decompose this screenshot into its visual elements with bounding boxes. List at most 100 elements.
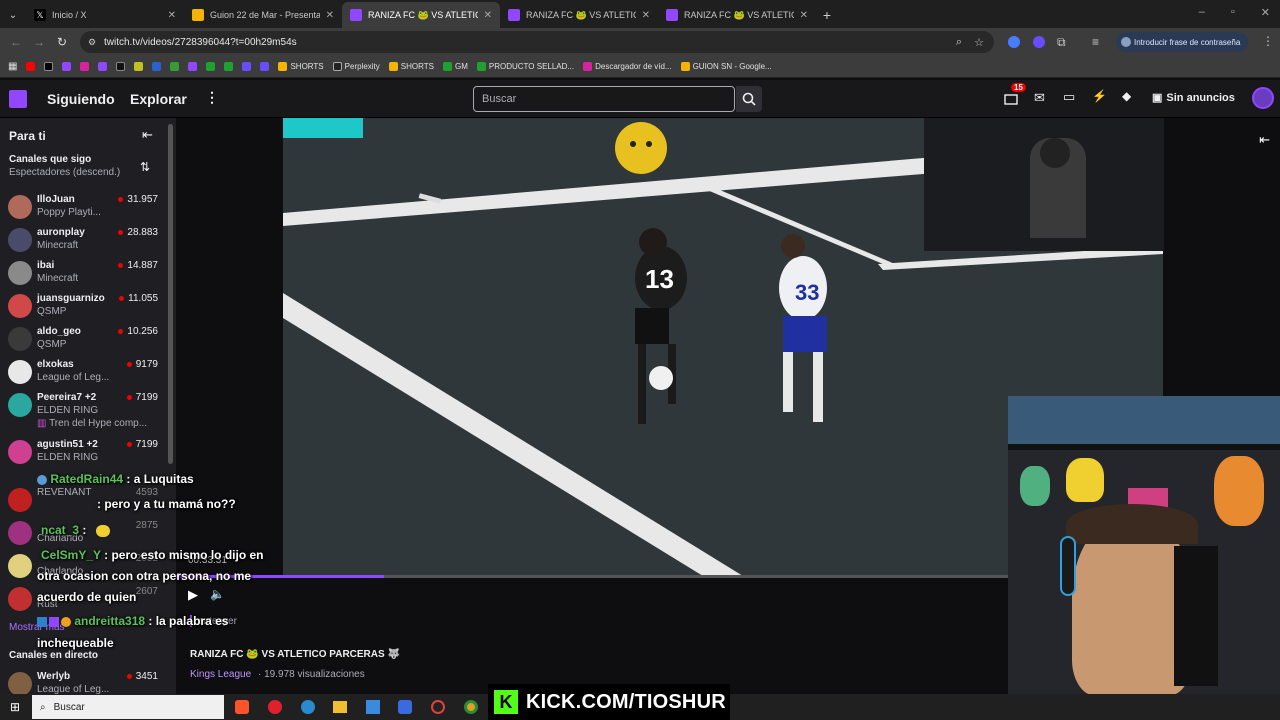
avatar — [8, 294, 32, 318]
app-icon[interactable] — [398, 700, 412, 714]
twitch-logo-icon[interactable] — [9, 90, 27, 108]
apps-grid-icon[interactable]: ▦ — [8, 61, 17, 72]
bookmark-guion[interactable]: GUION SN - Google... — [680, 62, 772, 71]
close-window-icon[interactable]: ✕ — [1261, 6, 1270, 19]
live-dot-icon — [118, 230, 124, 235]
media-icon[interactable]: ≡ — [1092, 35, 1099, 49]
tab-slides[interactable]: Guion 22 de Mar - Presentación ✕ — [184, 2, 342, 28]
bookmark-app[interactable] — [224, 62, 234, 71]
bookmark-youtube[interactable] — [26, 62, 36, 71]
nav-following[interactable]: Siguiendo — [47, 91, 115, 107]
bookmark-tiktok[interactable] — [116, 62, 126, 71]
extensions-puzzle-icon[interactable]: ⧉ — [1057, 35, 1066, 50]
bookmark-app[interactable] — [206, 62, 216, 71]
prime-icon[interactable]: ⚡ — [1092, 89, 1107, 103]
bookmark-app[interactable] — [188, 62, 198, 71]
taskbar-search[interactable]: ⌕ Buscar — [32, 695, 224, 719]
bookmark-app[interactable] — [134, 62, 144, 71]
tab-twitch[interactable]: RANIZA FC 🐸 VS ATLETICO PA ✕ — [500, 2, 658, 28]
progress-track[interactable] — [176, 575, 1008, 578]
bookmark-twitch[interactable] — [62, 62, 72, 71]
tab-search-icon[interactable]: ⌄ — [0, 2, 26, 28]
expand-chat-icon[interactable]: ⇤ — [1259, 132, 1270, 148]
whispers-icon[interactable]: ▭ — [1063, 89, 1075, 105]
video-player[interactable]: 13 33 ⇤ 00:33:31 ▶ 🔈 anteayer RANIZA FC … — [176, 118, 1280, 694]
tab-twitch-active[interactable]: RANIZA FC 🐸 VS ATLETICO PA ✕ — [342, 2, 500, 28]
tab-x[interactable]: 𝕏 Inicio / X ✕ — [26, 2, 184, 28]
menu-kebab-icon[interactable]: ⋮ — [1262, 34, 1274, 48]
bookmark-shorts-1[interactable]: SHORTS — [278, 62, 324, 71]
nav-browse[interactable]: Explorar — [130, 91, 187, 107]
sidebar-channel[interactable]: IlloJuan Poppy Playti... 31.957 — [0, 191, 176, 224]
password-prompt[interactable]: Introducir frase de contraseña — [1116, 32, 1248, 52]
sidebar-channel[interactable]: juansguarnizo QSMP 11.055 — [0, 290, 176, 323]
back-icon[interactable]: ← — [10, 35, 22, 49]
close-icon[interactable]: ✕ — [800, 10, 808, 21]
sidebar-channel[interactable]: elxokas League of Leg... 9179 — [0, 356, 176, 389]
edge-icon[interactable] — [301, 700, 315, 714]
new-tab-button[interactable]: + — [816, 2, 838, 28]
sidebar-channel[interactable]: Peereira7 +2 ELDEN RING ▥ Tren del Hype … — [0, 389, 176, 433]
bookmark-producto[interactable]: PRODUCTO SELLAD... — [476, 62, 575, 71]
bookmark-app[interactable] — [242, 62, 252, 71]
hype-train-text: Tren del Hype comp... — [49, 418, 148, 429]
mail-icon[interactable]: ✉ — [1034, 90, 1045, 106]
play-icon[interactable]: ▶ — [188, 587, 198, 603]
chat-text: : a Luquitas — [123, 472, 194, 486]
close-icon[interactable]: ✕ — [326, 10, 334, 21]
bookmark-star-icon[interactable]: ☆ — [974, 36, 984, 49]
collapse-sidebar-icon[interactable]: ⇤ — [142, 127, 153, 143]
opera-icon[interactable] — [268, 700, 282, 714]
bookmark-shorts-2[interactable]: SHORTS — [388, 62, 434, 71]
url-field[interactable]: ⚙ twitch.tv/videos/2728396044?t=00h29m54… — [80, 31, 994, 53]
no-ads-button[interactable]: ▣ Sin anuncios — [1152, 91, 1235, 105]
sidebar-channel[interactable]: Werlyb League of Leg... 3451 — [0, 668, 176, 694]
sort-toggle-icon[interactable]: ⇅ — [140, 160, 150, 174]
bookmark-perplexity[interactable]: Perplexity — [332, 62, 380, 71]
channel-name: auronplay — [37, 227, 85, 238]
tab-twitch[interactable]: RANIZA FC 🐸 VS ATLETICO PA ✕ — [658, 2, 816, 28]
folder-icon[interactable] — [333, 701, 347, 713]
sidebar-channel[interactable]: auronplay Minecraft 28.883 — [0, 224, 176, 257]
close-icon[interactable]: ✕ — [484, 10, 492, 21]
bookmark-x[interactable] — [44, 62, 54, 71]
forward-icon[interactable]: → — [33, 35, 45, 49]
twitch-icon — [666, 9, 678, 21]
extension-icon[interactable] — [1033, 36, 1045, 48]
store-icon[interactable] — [366, 700, 380, 714]
sidebar-channel[interactable]: agustin51 +2 ELDEN RING 7199 — [0, 436, 176, 469]
sidebar-channel[interactable]: ibai Minecraft 14.887 — [0, 257, 176, 290]
bits-icon[interactable]: ◆ — [1122, 89, 1131, 103]
search-button[interactable] — [736, 86, 762, 112]
volume-icon[interactable]: 🔈 — [210, 587, 225, 601]
bookmark-app[interactable] — [152, 62, 162, 71]
video-category-link[interactable]: Kings League — [190, 669, 251, 680]
bookmark-gm[interactable]: GM — [442, 62, 468, 71]
kick-banner: K KICK.COM/TIOSHUR — [488, 684, 730, 720]
bookmark-app[interactable] — [260, 62, 270, 71]
sidebar-scrollbar[interactable] — [168, 124, 173, 464]
zoom-icon[interactable]: ⌕ — [956, 36, 962, 49]
viewers: 2875 — [135, 520, 158, 531]
reload-icon[interactable]: ↻ — [57, 35, 67, 49]
bookmark-instagram[interactable] — [80, 62, 90, 71]
brave-icon[interactable] — [235, 700, 249, 714]
site-info-icon[interactable]: ⚙ — [88, 37, 96, 48]
sidebar-channel[interactable]: aldo_geo QSMP 10.256 — [0, 323, 176, 356]
chrome-icon[interactable] — [464, 700, 478, 714]
extension-icon[interactable] — [1008, 36, 1020, 48]
close-icon[interactable]: ✕ — [168, 10, 176, 21]
more-kebab-icon[interactable]: ⋮ — [205, 89, 219, 106]
close-icon[interactable]: ✕ — [642, 10, 650, 21]
search-input[interactable]: Buscar — [473, 86, 735, 112]
bookmark-twitch2[interactable] — [98, 62, 108, 71]
maximize-icon[interactable]: ▫ — [1231, 6, 1235, 19]
bookmark-label: PRODUCTO SELLAD... — [488, 62, 575, 71]
bookmark-descargador[interactable]: Descargador de víd... — [583, 62, 672, 71]
obs-icon[interactable] — [431, 700, 445, 714]
inbox-icon[interactable]: 15 — [1004, 83, 1026, 111]
bookmark-app[interactable] — [170, 62, 180, 71]
minimize-icon[interactable]: – — [1199, 6, 1205, 19]
user-avatar[interactable] — [1252, 87, 1274, 109]
windows-start-icon[interactable]: ⊞ — [10, 700, 20, 714]
